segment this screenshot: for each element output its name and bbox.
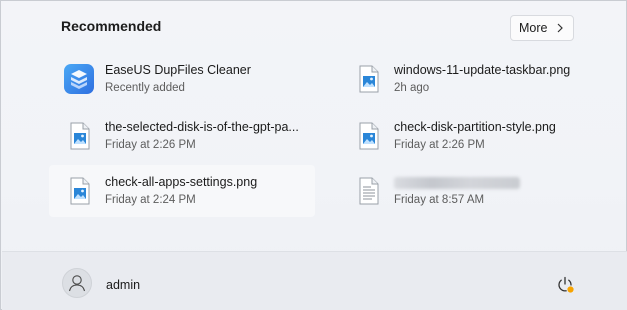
item-subtitle: Friday at 2:26 PM — [394, 139, 485, 151]
item-subtitle: Friday at 2:24 PM — [105, 194, 196, 206]
item-subtitle: Friday at 2:26 PM — [105, 139, 196, 151]
image-file-icon — [70, 177, 90, 205]
more-button[interactable]: More — [510, 15, 574, 41]
item-name-redacted — [394, 175, 520, 192]
start-menu-footer: admin — [2, 251, 627, 310]
item-name: the-selected-disk-is-of-the-gpt-pa... — [105, 120, 299, 134]
item-name: EaseUS DupFiles Cleaner — [105, 63, 251, 77]
image-file-icon — [359, 65, 379, 93]
start-menu-panel: Recommended More EaseUS DupFiles Cleaner… — [0, 0, 627, 310]
item-subtitle: 2h ago — [394, 82, 430, 94]
chevron-right-icon — [557, 23, 563, 33]
user-icon — [68, 275, 86, 292]
item-name: check-all-apps-settings.png — [105, 175, 258, 189]
image-file-icon — [359, 122, 379, 150]
recommended-item-easeus[interactable]: EaseUS DupFiles Cleaner Recently added — [49, 53, 315, 105]
power-icon[interactable] — [554, 274, 576, 296]
recommended-item-windows-11-update-taskbar[interactable]: windows-11-update-taskbar.png 2h ago — [338, 53, 604, 105]
more-button-label: More — [519, 21, 548, 35]
app-icon — [64, 64, 94, 94]
recommended-item-check-all-apps-settings[interactable]: check-all-apps-settings.png Friday at 2:… — [49, 165, 315, 217]
text-file-icon — [359, 177, 379, 205]
user-name[interactable]: admin — [106, 278, 140, 292]
recommended-item-selected-disk-gpt[interactable]: the-selected-disk-is-of-the-gpt-pa... Fr… — [49, 110, 315, 162]
item-subtitle: Friday at 8:57 AM — [394, 194, 485, 206]
image-file-icon — [70, 122, 90, 150]
item-subtitle: Recently added — [105, 82, 185, 94]
item-name: windows-11-update-taskbar.png — [394, 63, 571, 77]
redacted-text — [394, 177, 520, 189]
recommended-heading: Recommended — [61, 18, 162, 34]
avatar[interactable] — [62, 268, 92, 298]
recommended-item-text-file[interactable]: Friday at 8:57 AM — [338, 165, 604, 217]
recommended-item-check-disk-partition-style[interactable]: check-disk-partition-style.png Friday at… — [338, 110, 604, 162]
item-name: check-disk-partition-style.png — [394, 120, 556, 134]
